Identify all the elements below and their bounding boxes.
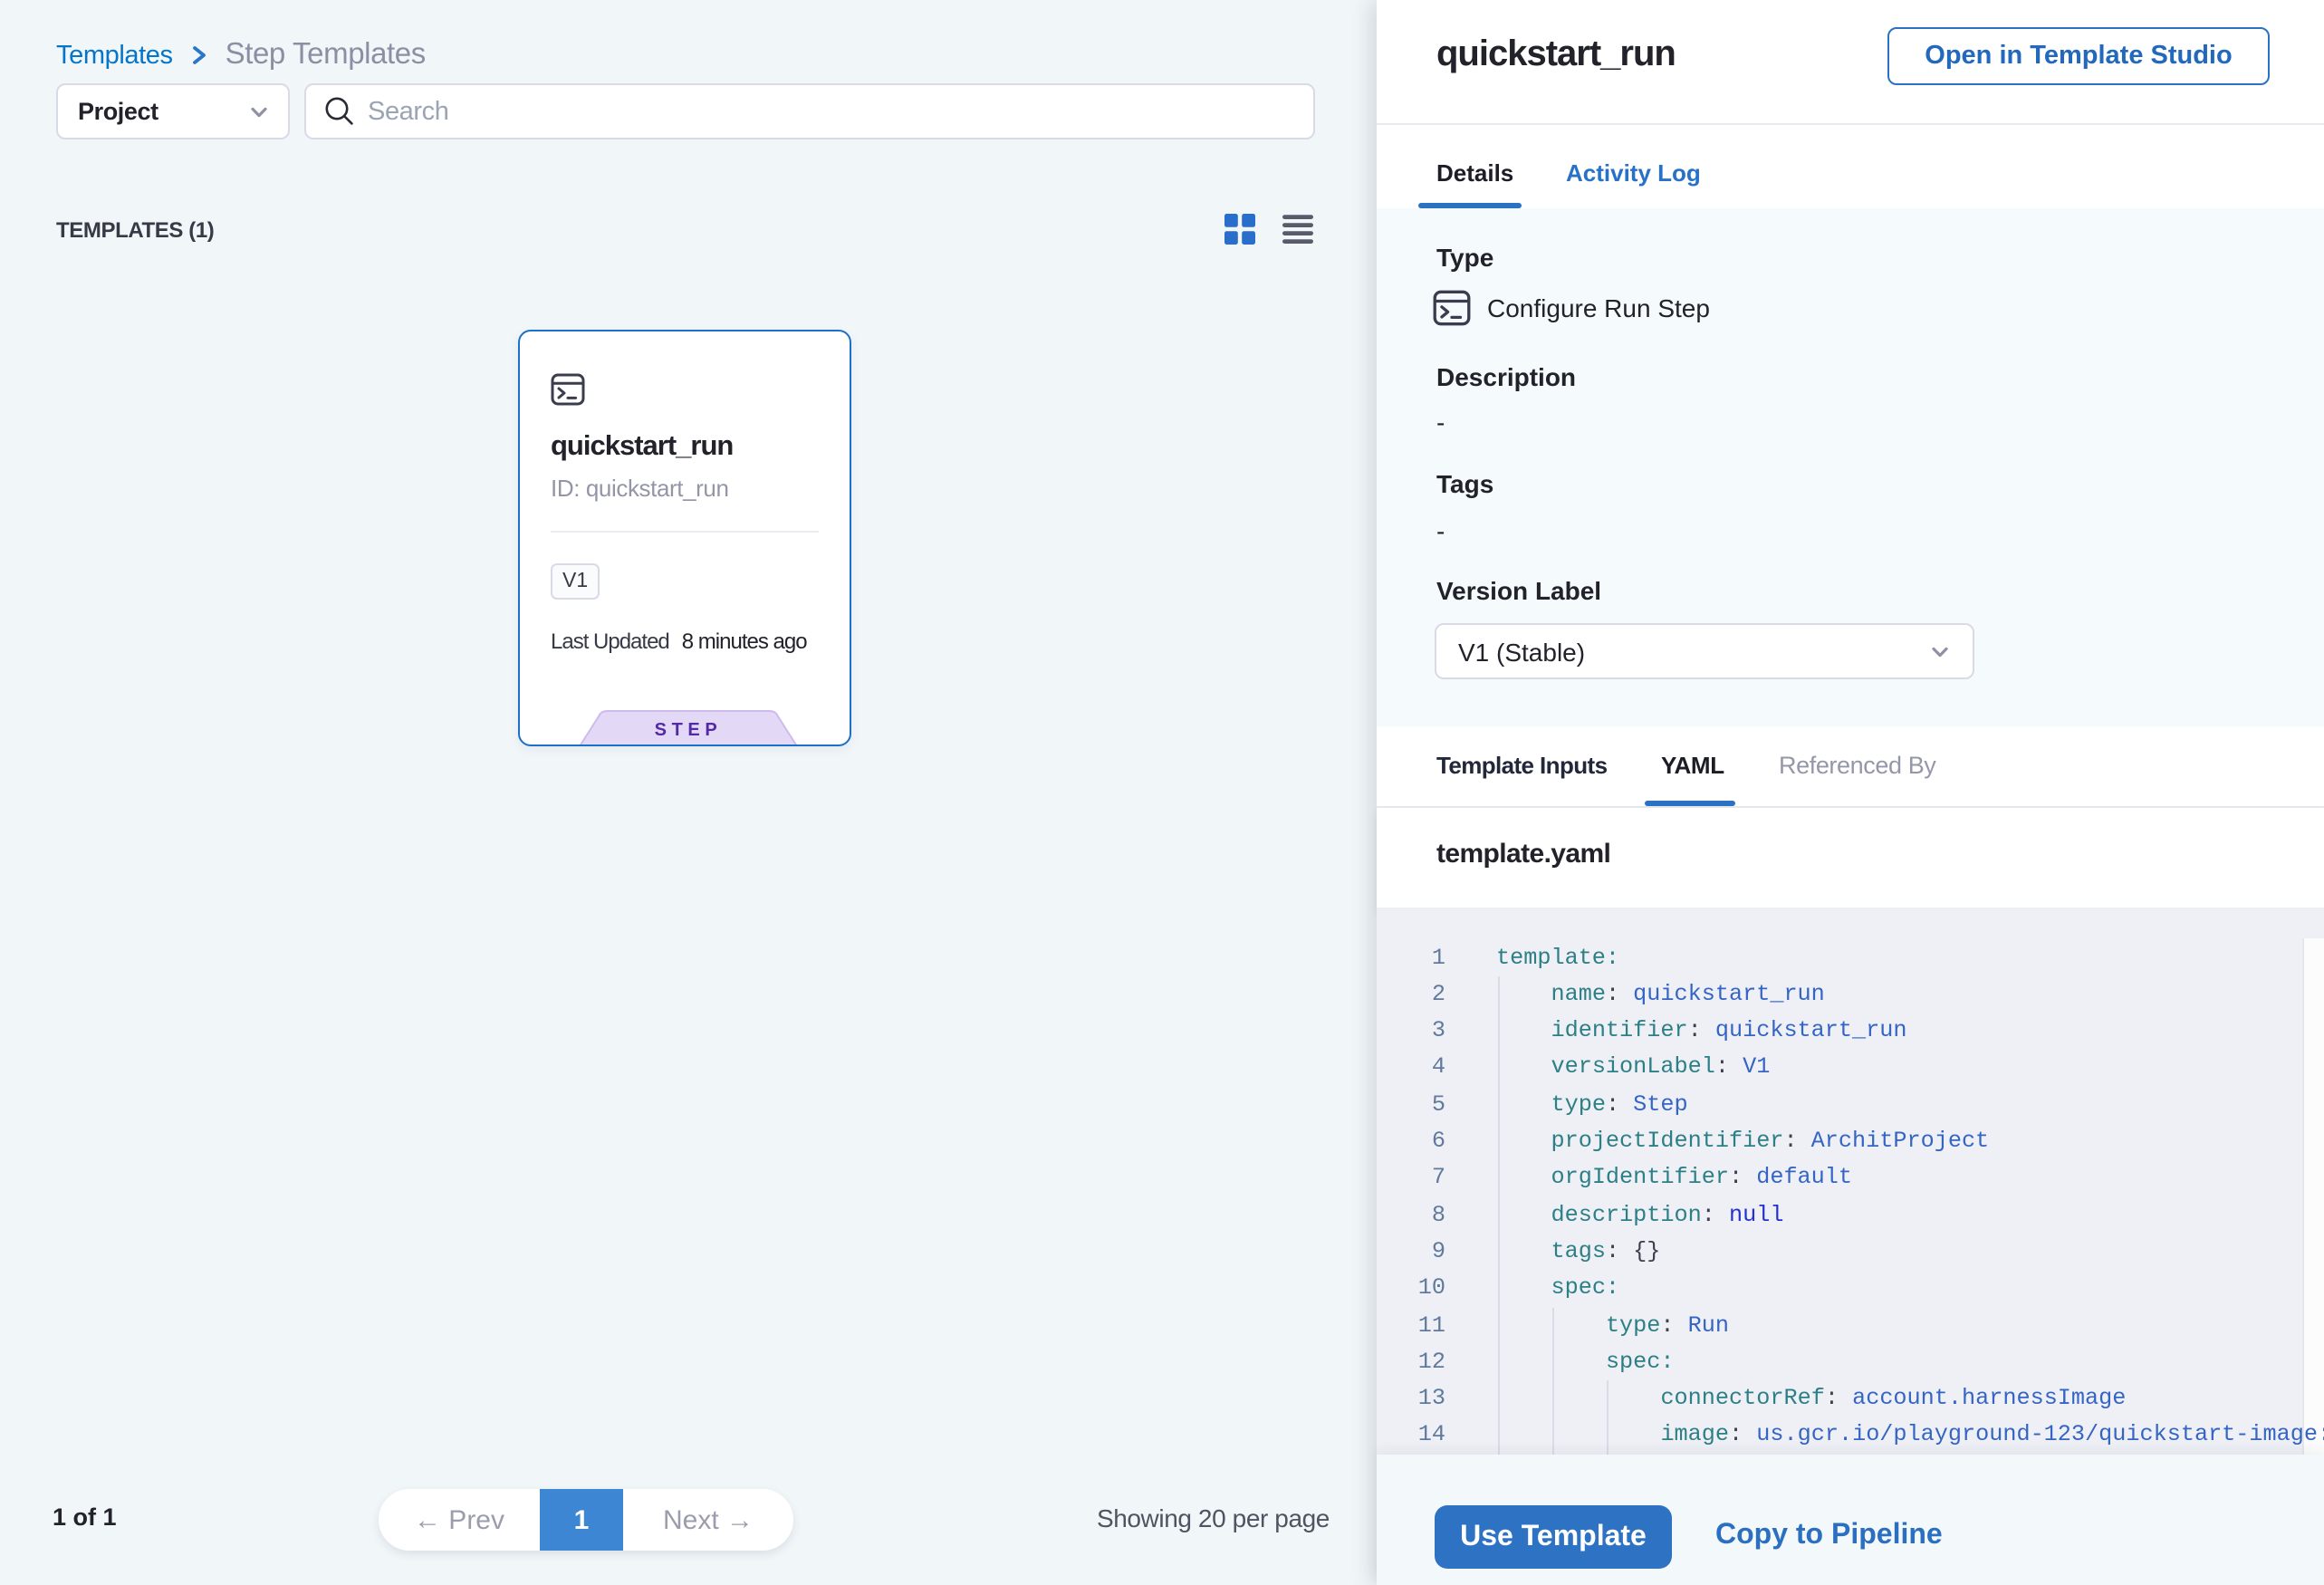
- svg-text:STEP: STEP: [655, 720, 723, 740]
